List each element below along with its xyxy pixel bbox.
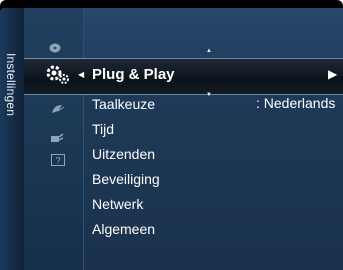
scroll-down-arrow-icon[interactable]: ▼ <box>206 92 212 98</box>
menu-item-taalkeuze[interactable]: Taalkeuze <box>92 96 155 112</box>
menu-item-taalkeuze-value: : Nederlands <box>256 95 336 111</box>
menu-item-tijd[interactable]: Tijd <box>92 121 114 137</box>
selected-menu-item[interactable]: Plug & Play <box>92 66 175 83</box>
side-tab-label: Instellingen <box>4 53 18 117</box>
left-arrow-icon[interactable]: ◀ <box>78 70 84 79</box>
satellite-dish-icon[interactable] <box>50 102 66 120</box>
help-icon[interactable]: ? <box>51 153 65 171</box>
svg-text:?: ? <box>55 156 60 166</box>
menu-item-beveiliging[interactable]: Beveiliging <box>92 171 160 187</box>
disc-icon[interactable] <box>49 40 61 58</box>
menu-item-uitzenden[interactable]: Uitzenden <box>92 146 155 162</box>
menu-item-algemeen[interactable]: Algemeen <box>92 221 155 237</box>
plug-icon[interactable] <box>50 131 64 149</box>
scroll-up-arrow-icon[interactable]: ▲ <box>206 48 212 54</box>
right-arrow-icon[interactable]: ▶ <box>328 67 337 81</box>
settings-side-tab[interactable]: Instellingen <box>0 8 24 270</box>
settings-gear-icon[interactable] <box>46 64 72 91</box>
menu-item-netwerk[interactable]: Netwerk <box>92 196 143 212</box>
